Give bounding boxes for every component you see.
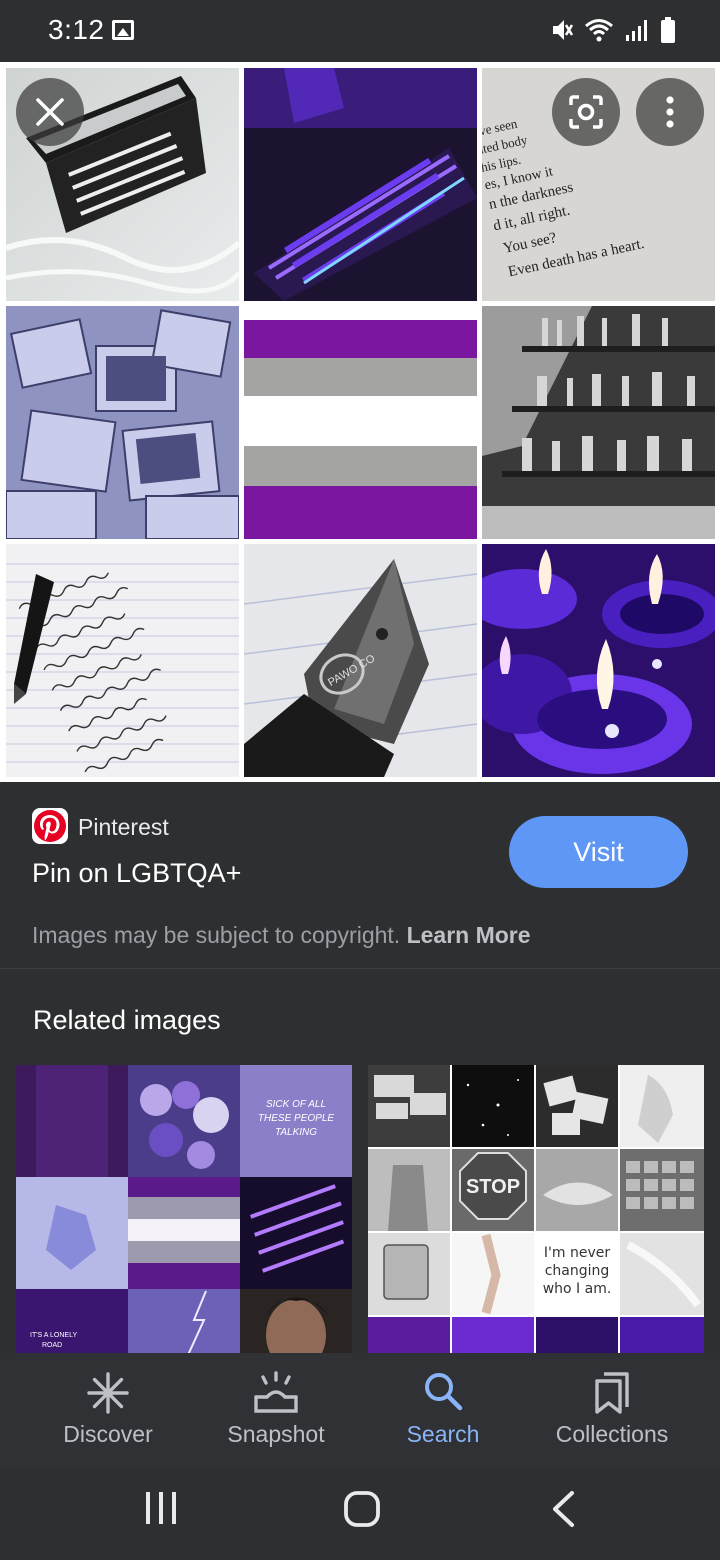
collage-text: IT'S A LONELY — [30, 1332, 77, 1339]
collections-icon — [595, 1372, 629, 1414]
more-vert-icon — [666, 96, 674, 128]
grid-image-fountain-pen[interactable]: PAWO CO — [244, 544, 477, 777]
lens-button[interactable] — [552, 78, 620, 146]
image-preview-grid[interactable]: ave seen ated body his lips. es, I know … — [0, 62, 720, 782]
grid-image-computer-pile[interactable] — [6, 306, 239, 539]
recents-icon[interactable] — [144, 1490, 178, 1526]
copyright-notice: Images may be subject to copyright. Lear… — [32, 922, 531, 949]
related-images-section: Related images SICK OF ALL THESE PEOPLE … — [0, 969, 720, 1355]
asterisk-icon — [87, 1372, 129, 1414]
collage-text: TALKING — [275, 1127, 317, 1138]
wifi-icon — [585, 19, 613, 42]
lens-icon — [569, 95, 603, 129]
snapshot-icon — [254, 1371, 298, 1413]
grid-image-asexual-flag[interactable] — [244, 306, 477, 539]
visit-button[interactable]: Visit — [509, 816, 688, 888]
mute-icon — [553, 20, 574, 40]
status-bar: 3:12 — [0, 0, 720, 62]
grid-image-purple-candles[interactable] — [482, 544, 715, 777]
quote-text: who I am. — [543, 1281, 612, 1297]
related-images-heading: Related images — [33, 1005, 221, 1035]
quote-text: changing — [545, 1263, 610, 1279]
bottom-navigation: Discover Snapshot Search Collections — [0, 1353, 720, 1466]
close-button[interactable] — [16, 78, 84, 146]
result-title[interactable]: Pin on LGBTQA+ — [32, 858, 241, 889]
grid-image-purple-keyboard[interactable] — [244, 68, 477, 301]
home-icon[interactable] — [343, 1490, 381, 1528]
gallery-icon — [112, 20, 134, 40]
nav-label: Search — [406, 1421, 480, 1447]
nav-label: Collections — [555, 1421, 669, 1447]
collage-text: THESE PEOPLE — [258, 1113, 334, 1124]
nav-snapshot[interactable]: Snapshot — [186, 1353, 366, 1466]
nav-search[interactable]: Search — [353, 1353, 533, 1466]
system-navigation-bar — [0, 1466, 720, 1560]
collage-text: ROAD — [42, 1342, 62, 1349]
result-info: Pinterest Pin on LGBTQA+ Visit Images ma… — [0, 782, 720, 968]
source-name[interactable]: Pinterest — [78, 814, 169, 841]
nav-label: Discover — [63, 1421, 153, 1447]
signal-icon — [626, 20, 647, 41]
nav-collections[interactable]: Collections — [522, 1353, 702, 1466]
battery-icon — [661, 17, 675, 43]
pinterest-logo-icon — [32, 808, 68, 844]
collage-text: SICK OF ALL — [266, 1099, 326, 1110]
back-icon[interactable] — [550, 1490, 576, 1528]
related-image-purple-collage[interactable]: SICK OF ALL THESE PEOPLE TALKING IT'S A … — [16, 1065, 352, 1355]
grid-image-library-shelves[interactable] — [482, 306, 715, 539]
stop-sign-text: STOP — [466, 1176, 520, 1198]
grid-image-handwritten-note[interactable] — [6, 544, 239, 777]
status-time: 3:12 — [48, 14, 105, 45]
copyright-text: Images may be subject to copyright. — [32, 922, 401, 948]
close-icon — [36, 98, 64, 126]
search-icon — [425, 1373, 463, 1411]
nav-discover[interactable]: Discover — [18, 1353, 198, 1466]
status-icons — [550, 16, 676, 44]
nav-label: Snapshot — [227, 1421, 325, 1447]
quote-text: I'm never — [544, 1245, 610, 1261]
learn-more-link[interactable]: Learn More — [407, 922, 531, 948]
more-options-button[interactable] — [636, 78, 704, 146]
related-image-gray-collage[interactable]: STOP I'm never changing who I am. — [368, 1065, 704, 1355]
